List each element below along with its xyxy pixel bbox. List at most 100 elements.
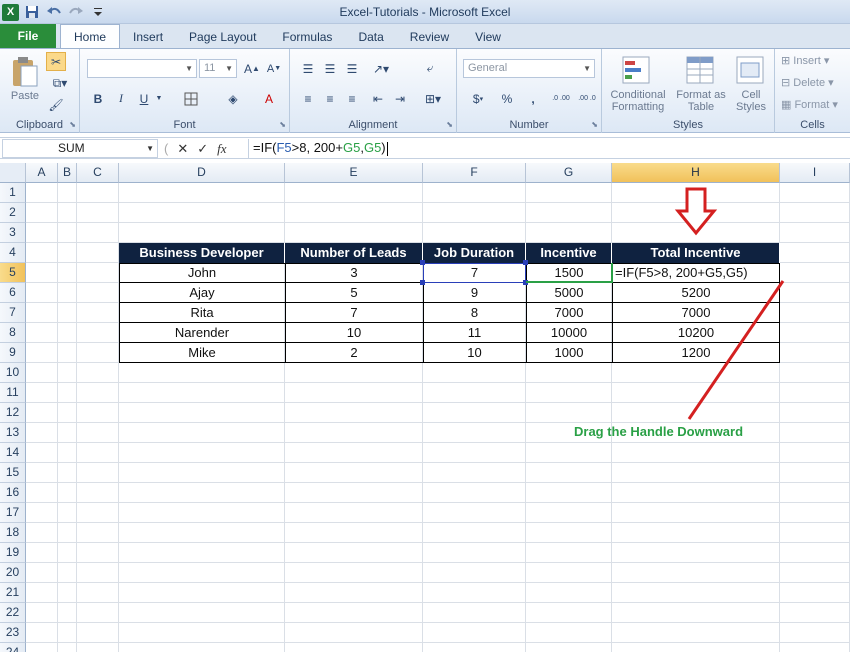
cancel-icon[interactable]: ✕ [177, 141, 188, 157]
row-header-7[interactable]: 7 [0, 303, 26, 323]
number-launcher-icon[interactable]: ⬊ [591, 120, 598, 129]
cut-icon[interactable]: ✂ [46, 52, 66, 71]
row-header-17[interactable]: 17 [0, 503, 26, 523]
row-header-8[interactable]: 8 [0, 323, 26, 343]
select-all-corner[interactable] [0, 163, 26, 183]
column-header-b[interactable]: B [58, 163, 77, 183]
increase-indent-icon[interactable]: ⇥ [390, 89, 410, 108]
orientation-icon[interactable]: ↗▾ [368, 59, 394, 78]
table-cell[interactable]: 8 [423, 303, 526, 323]
row-header-3[interactable]: 3 [0, 223, 26, 243]
spreadsheet-grid[interactable]: A B C D E F G H I 1 2 3 4 5 6 7 8 9 10 11 12 13 14 15 16 17 18 19 20… [0, 163, 850, 652]
table-cell[interactable]: 1200 [612, 343, 780, 363]
row-header-15[interactable]: 15 [0, 463, 26, 483]
tab-view[interactable]: View [462, 26, 514, 48]
percent-button[interactable]: % [497, 89, 517, 108]
column-header-a[interactable]: A [26, 163, 58, 183]
paste-label[interactable]: Paste [4, 90, 46, 102]
align-center-icon[interactable]: ≡ [320, 89, 340, 108]
format-as-table-label[interactable]: Format as Table [674, 89, 728, 113]
paste-icon[interactable] [8, 55, 42, 89]
tab-review[interactable]: Review [397, 26, 462, 48]
table-cell[interactable]: 9 [423, 283, 526, 303]
row-header-6[interactable]: 6 [0, 283, 26, 303]
fill-color-icon[interactable]: ◈ [220, 89, 246, 108]
underline-button[interactable]: U [135, 89, 153, 108]
font-name-combo[interactable]: ▼ [87, 59, 197, 78]
alignment-launcher-icon[interactable]: ⬊ [446, 120, 453, 129]
decrease-decimal-button[interactable]: .00 .0 [575, 89, 599, 108]
format-cells-button[interactable]: ▦ Format ▾ [781, 99, 847, 111]
table-cell[interactable]: 1000 [526, 343, 612, 363]
column-header-h[interactable]: H [612, 163, 780, 183]
bold-button[interactable]: B [89, 89, 107, 108]
copy-icon[interactable]: ⧉▾ [46, 74, 74, 93]
tab-file[interactable]: File [0, 24, 56, 48]
row-header-22[interactable]: 22 [0, 603, 26, 623]
row-header-16[interactable]: 16 [0, 483, 26, 503]
grow-font-icon[interactable]: A ▲ [242, 59, 262, 78]
table-cell[interactable]: Ajay [119, 283, 285, 303]
row-header-4[interactable]: 4 [0, 243, 26, 263]
row-header-5[interactable]: 5 [0, 263, 26, 283]
cell-styles-icon[interactable] [734, 53, 766, 87]
clipboard-launcher-icon[interactable]: ⬊ [69, 120, 76, 129]
font-color-icon[interactable]: A [256, 89, 282, 108]
row-header-18[interactable]: 18 [0, 523, 26, 543]
enter-icon[interactable]: ✓ [197, 141, 208, 157]
font-launcher-icon[interactable]: ⬊ [279, 120, 286, 129]
table-cell[interactable]: 2 [285, 343, 423, 363]
row-header-2[interactable]: 2 [0, 203, 26, 223]
italic-button[interactable]: I [112, 89, 130, 108]
table-cell[interactable]: Mike [119, 343, 285, 363]
name-box[interactable]: SUM ▼ [2, 139, 158, 158]
conditional-formatting-label[interactable]: Conditional Formatting [606, 89, 670, 113]
row-header-23[interactable]: 23 [0, 623, 26, 643]
decrease-indent-icon[interactable]: ⇤ [368, 89, 388, 108]
borders-icon[interactable] [178, 89, 204, 108]
column-header-c[interactable]: C [77, 163, 119, 183]
column-header-g[interactable]: G [526, 163, 612, 183]
row-header-14[interactable]: 14 [0, 443, 26, 463]
align-right-icon[interactable]: ≡ [342, 89, 362, 108]
insert-cells-button[interactable]: ⊞ Insert ▾ [781, 55, 847, 67]
row-header-13[interactable]: 13 [0, 423, 26, 443]
column-header-f[interactable]: F [423, 163, 526, 183]
align-left-icon[interactable]: ≡ [298, 89, 318, 108]
number-format-combo[interactable]: General ▼ [463, 59, 595, 78]
format-painter-icon[interactable]: 🖌 [46, 95, 66, 114]
row-header-12[interactable]: 12 [0, 403, 26, 423]
table-cell[interactable]: 10200 [612, 323, 780, 343]
delete-cells-button[interactable]: ⊟ Delete ▾ [781, 77, 847, 89]
table-cell[interactable]: 7 [285, 303, 423, 323]
table-cell[interactable]: 1500 [526, 263, 612, 283]
active-cell-h5[interactable]: =IF(F5>8, 200+G5,G5) [612, 263, 780, 283]
increase-decimal-button[interactable]: .0 .00 [549, 89, 573, 108]
column-header-e[interactable]: E [285, 163, 423, 183]
tab-data[interactable]: Data [345, 26, 396, 48]
table-cell[interactable]: 5200 [612, 283, 780, 303]
middle-align-icon[interactable]: ☰ [320, 59, 340, 78]
table-cell[interactable]: 7000 [526, 303, 612, 323]
tab-home[interactable]: Home [60, 24, 121, 48]
merge-center-icon[interactable]: ⊞▾ [420, 89, 446, 108]
wrap-text-icon[interactable]: ⤶ [420, 59, 440, 78]
font-size-combo[interactable]: 11 ▼ [199, 59, 237, 78]
table-cell[interactable]: 3 [285, 263, 423, 283]
currency-button[interactable]: $ ▾ [465, 89, 491, 108]
tab-insert[interactable]: Insert [120, 26, 176, 48]
shrink-font-icon[interactable]: A ▼ [264, 59, 284, 78]
bottom-align-icon[interactable]: ☰ [342, 59, 362, 78]
row-header-1[interactable]: 1 [0, 183, 26, 203]
conditional-formatting-icon[interactable] [620, 53, 652, 87]
underline-dropdown-icon[interactable]: ▼ [154, 89, 164, 108]
format-as-table-icon[interactable] [684, 53, 716, 87]
insert-function-icon[interactable]: fx [217, 141, 226, 157]
row-header-9[interactable]: 9 [0, 343, 26, 363]
table-cell[interactable]: Narender [119, 323, 285, 343]
table-cell[interactable]: 11 [423, 323, 526, 343]
row-header-20[interactable]: 20 [0, 563, 26, 583]
row-header-19[interactable]: 19 [0, 543, 26, 563]
table-cell[interactable]: 10000 [526, 323, 612, 343]
row-header-11[interactable]: 11 [0, 383, 26, 403]
